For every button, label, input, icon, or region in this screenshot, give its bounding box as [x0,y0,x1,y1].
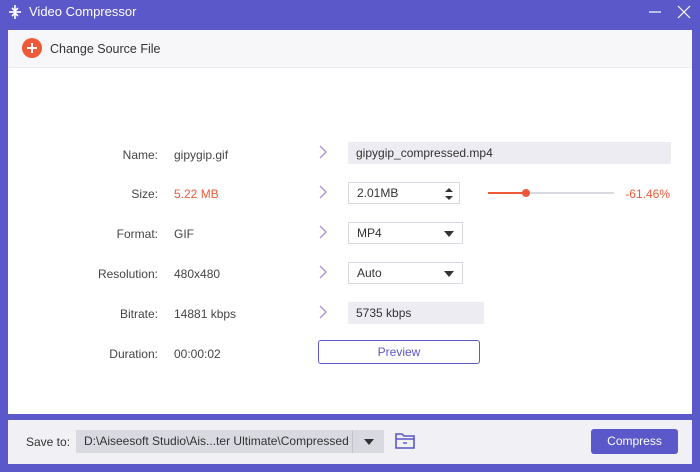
save-path-dropdown[interactable] [352,430,384,453]
size-original: 5.22 MB [174,187,219,201]
preview-button[interactable]: Preview [318,340,480,364]
dropdown-caret-icon [364,439,374,445]
name-output-value: gipygip_compressed.mp4 [356,146,493,160]
format-select[interactable]: MP4 [348,222,463,244]
video-compressor-window: Video Compressor Change Source File Name… [0,0,700,472]
open-folder-icon[interactable] [394,431,416,451]
chevron-right-icon [319,225,327,239]
chevron-right-icon [319,145,327,159]
name-output-field[interactable]: gipygip_compressed.mp4 [348,142,671,164]
bitrate-output-field[interactable]: 5735 kbps [348,302,484,324]
size-slider-fill [488,192,526,194]
compressor-panel: Change Source File Name: gipygip.gif gip… [8,30,692,414]
dropdown-caret-icon [444,271,454,277]
title-bar: Video Compressor [0,0,700,24]
bitrate-original: 14881 kbps [174,307,237,321]
size-slider[interactable] [488,189,614,197]
minimize-icon[interactable] [646,3,664,21]
chevron-right-icon [319,185,327,199]
save-to-label: Save to: [26,435,71,449]
size-reduction-percent: -61.46% [625,187,670,201]
size-label: Size: [131,187,158,201]
bitrate-label: Bitrate: [119,307,158,321]
size-output-stepper[interactable]: 2.01MB [348,182,460,204]
duration-label: Duration: [109,347,158,361]
compress-app-icon [9,5,21,19]
name-label: Name: [122,148,158,162]
resolution-select[interactable]: Auto [348,262,463,284]
duration-original: 00:00:02 [174,347,221,361]
stepper-arrows-icon[interactable] [443,185,455,203]
chevron-right-icon [319,305,327,319]
chevron-right-icon [319,265,327,279]
bitrate-output-value: 5735 kbps [356,306,412,320]
resolution-select-value: Auto [357,266,382,280]
format-select-value: MP4 [357,226,382,240]
format-original: GIF [174,227,194,241]
name-original: gipygip.gif [174,148,229,162]
size-output-value: 2.01MB [357,186,399,200]
resolution-original: 480x480 [174,267,221,281]
window-title: Video Compressor [29,4,137,19]
format-label: Format: [116,227,158,241]
close-icon[interactable] [675,3,693,21]
resolution-label: Resolution: [97,267,158,281]
save-bar: Save to: D:\Aiseesoft Studio\Ais...ter U… [8,420,692,464]
add-icon[interactable] [22,38,42,58]
change-source-bar[interactable]: Change Source File [8,30,692,68]
change-source-label[interactable]: Change Source File [50,42,160,56]
compress-button[interactable]: Compress [591,429,678,454]
save-path-field[interactable]: D:\Aiseesoft Studio\Ais...ter Ultimate\C… [76,430,352,453]
dropdown-caret-icon [444,231,454,237]
save-path-value: D:\Aiseesoft Studio\Ais...ter Ultimate\C… [84,434,349,448]
size-slider-knob[interactable] [522,189,530,197]
